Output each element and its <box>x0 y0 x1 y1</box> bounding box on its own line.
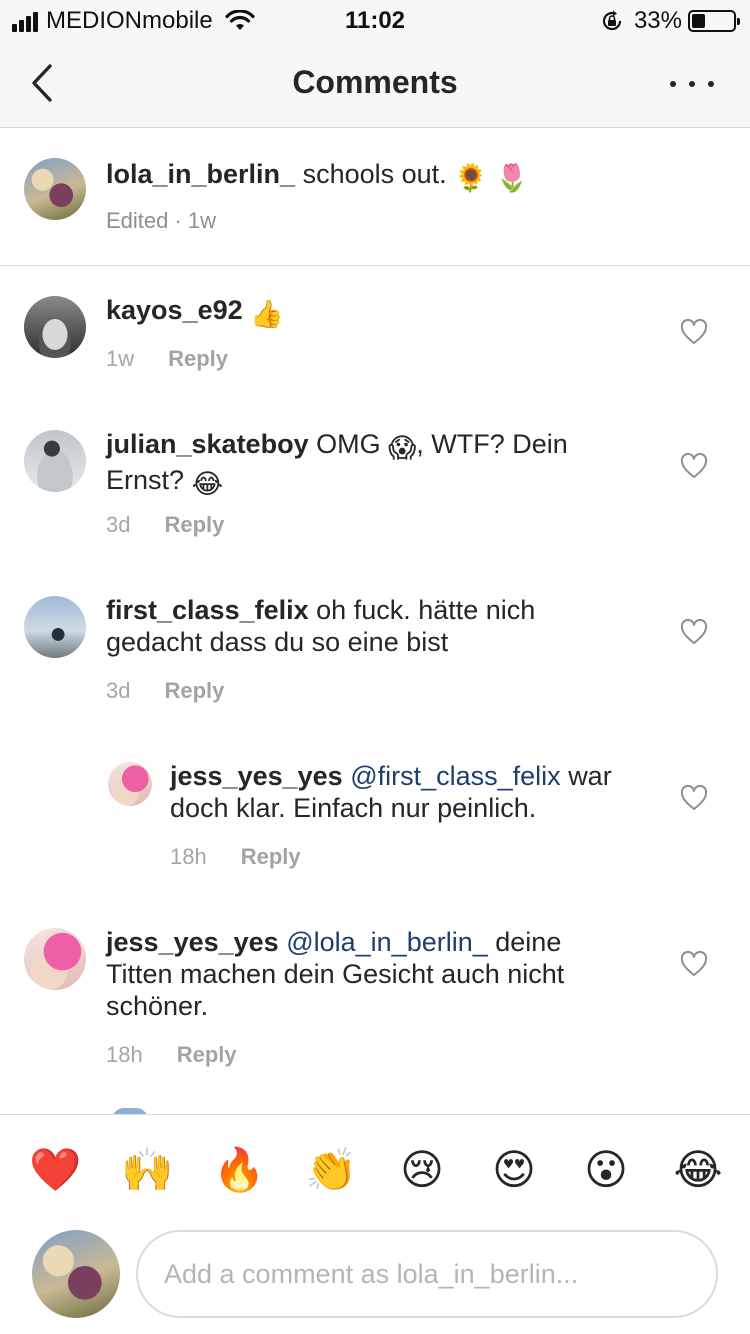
comment-line: Titten machen dein Gesicht auch nicht <box>106 959 565 989</box>
avatar[interactable] <box>24 596 86 658</box>
comment-message: war <box>568 761 612 791</box>
comment-text: first_class_felix oh fuck. hätte nich ge… <box>106 594 535 658</box>
caption-meta: Edited · 1w <box>106 208 216 234</box>
avatar[interactable] <box>108 762 152 806</box>
comment-message: OMG <box>316 429 381 459</box>
comment-time: 18h <box>106 1042 143 1067</box>
crying-emoji-button[interactable]: 😢 <box>397 1145 447 1195</box>
comment-message: deine <box>495 927 562 957</box>
sunflower-emoji: 🌻 <box>454 163 488 193</box>
heart-icon[interactable] <box>680 453 708 479</box>
mention-link[interactable]: @lola_in_berlin_ <box>286 927 488 957</box>
avatar[interactable] <box>24 158 86 220</box>
post-caption: lola_in_berlin_ schools out. 🌻 🌷 Edited … <box>0 128 750 266</box>
comment-username[interactable]: jess_yes_yes <box>106 927 279 957</box>
reply-button[interactable]: Reply <box>164 512 224 538</box>
page-title: Comments <box>292 64 458 100</box>
caption-text: lola_in_berlin_ schools out. 🌻 🌷 <box>106 158 529 194</box>
status-right: 33% <box>600 7 740 35</box>
comment-line: schöner. <box>106 991 209 1021</box>
comment-line: gedacht dass du so eine bist <box>106 627 449 657</box>
avatar[interactable] <box>24 928 86 990</box>
heart-icon[interactable] <box>680 785 708 811</box>
nav-bar: Comments <box>0 40 750 128</box>
comment-time: 3d <box>106 678 131 703</box>
comment-time: 18h <box>170 844 207 869</box>
reply-button[interactable]: Reply <box>177 1042 237 1068</box>
heart-emoji-button[interactable]: ❤️ <box>29 1145 81 1195</box>
comment-username[interactable]: jess_yes_yes <box>170 761 343 791</box>
battery-percent: 33% <box>633 7 682 34</box>
caption-username[interactable]: lola_in_berlin_ <box>106 159 295 189</box>
caption-message: schools out. <box>302 159 447 189</box>
reply-button[interactable]: Reply <box>168 346 228 372</box>
quick-emoji-bar: ❤️ 🙌 🔥 👏 😢 😍 😮 😂 <box>0 1114 750 1224</box>
laughing-tears-emoji: 😂 <box>191 469 224 499</box>
comment-line: doch klar. Einfach nur peinlich. <box>170 793 537 823</box>
comment-text: kayos_e92 👍 <box>106 294 284 330</box>
comment-username[interactable]: kayos_e92 <box>106 295 243 325</box>
avatar[interactable] <box>24 296 86 358</box>
comment-meta: 3d Reply <box>106 678 224 704</box>
reply-button[interactable]: Reply <box>241 844 301 870</box>
status-bar: MEDIONmobile 11:02 33% <box>0 0 750 40</box>
comment-text: jess_yes_yes @lola_in_berlin_ deine Titt… <box>106 926 564 1022</box>
comment-line: first_class_felix oh fuck. hätte nich <box>106 594 535 626</box>
comment-text: julian_skateboy OMG 😱, WTF? Dein Ernst? … <box>106 428 568 500</box>
caption-edited-time: Edited · 1w <box>106 208 217 233</box>
comment-time: 3d <box>106 512 131 537</box>
comment-meta: 18h Reply <box>106 1042 237 1068</box>
comment-username[interactable]: first_class_felix <box>106 595 309 625</box>
more-horizontal-icon[interactable] <box>670 74 714 94</box>
raising-hands-emoji-button[interactable]: 🙌 <box>121 1145 173 1195</box>
thumbs-up-emoji: 👍 <box>250 299 284 329</box>
comment-input[interactable] <box>136 1230 718 1318</box>
avatar <box>32 1230 120 1318</box>
comment-username[interactable]: julian_skateboy <box>106 429 309 459</box>
surprised-emoji-button[interactable]: 😮 <box>581 1145 631 1195</box>
fire-emoji-button[interactable]: 🔥 <box>213 1145 265 1195</box>
comment-message: , WTF? Dein <box>416 429 568 459</box>
heart-icon[interactable] <box>680 619 708 645</box>
comment-line: jess_yes_yes @first_class_felix war <box>170 760 612 792</box>
comment-meta: 3d Reply <box>106 512 224 538</box>
avatar[interactable] <box>24 430 86 492</box>
mention-link[interactable]: @first_class_felix <box>350 761 560 791</box>
comment-meta: 1w Reply <box>106 346 228 372</box>
comment-composer <box>0 1224 750 1334</box>
laughing-emoji-button[interactable]: 😂 <box>673 1145 723 1195</box>
screaming-emoji: 😱 <box>388 433 417 463</box>
heart-eyes-emoji-button[interactable]: 😍 <box>489 1145 539 1195</box>
comment-meta: 18h Reply <box>170 844 301 870</box>
heart-icon[interactable] <box>680 951 708 977</box>
reply-button[interactable]: Reply <box>164 678 224 704</box>
comment-message: oh fuck. hätte nich <box>316 595 536 625</box>
comment-line: julian_skateboy OMG 😱, WTF? Dein <box>106 428 568 464</box>
comment-line: jess_yes_yes @lola_in_berlin_ deine <box>106 926 564 958</box>
heart-icon[interactable] <box>680 319 708 345</box>
comment-time: 1w <box>106 346 135 371</box>
tulip-emoji: 🌷 <box>495 163 529 193</box>
battery-fill <box>692 14 706 28</box>
clapping-emoji-button[interactable]: 👏 <box>305 1145 357 1195</box>
rotation-lock-icon <box>602 10 622 31</box>
comment-message: Ernst? <box>106 465 185 495</box>
comment-text: jess_yes_yes @first_class_felix war doch… <box>170 760 612 824</box>
comment-line: Ernst? 😂 <box>106 464 568 500</box>
battery-icon <box>688 10 740 32</box>
